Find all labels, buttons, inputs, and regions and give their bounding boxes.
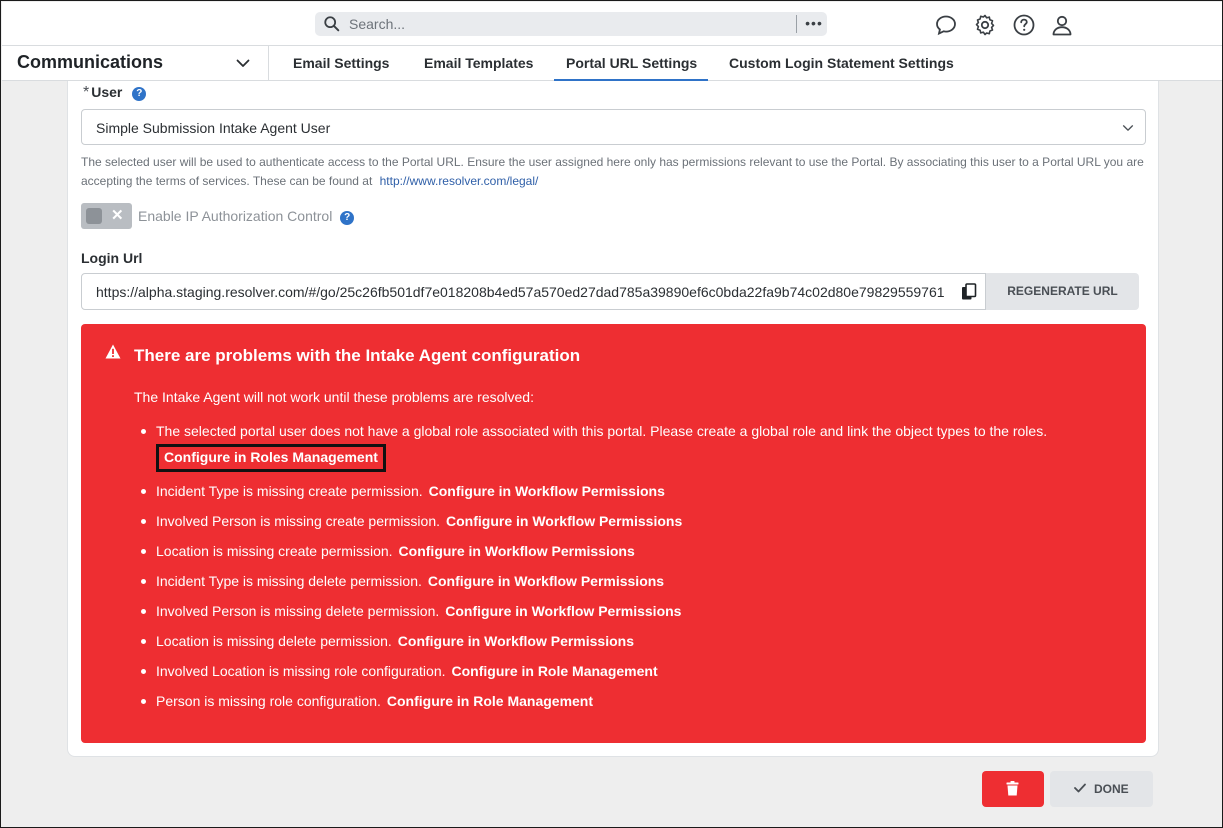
login-url-input[interactable]: https://alpha.staging.resolver.com/#/go/…: [81, 273, 986, 310]
ip-authorization-label: Enable IP Authorization Control ?: [138, 208, 355, 225]
help-icon[interactable]: [1012, 13, 1036, 37]
configure-workflow-permissions-link[interactable]: Configure in Workflow Permissions: [398, 633, 634, 649]
portal-settings-card: * User ? Simple Submission Intake Agent U…: [67, 81, 1159, 757]
error-item: Involved Location is missing role config…: [134, 662, 1134, 680]
app-title[interactable]: Communications: [17, 52, 163, 73]
app-frame: Search... ••• Communications Email Setti…: [0, 0, 1223, 828]
error-item: Incident Type is missing create permissi…: [134, 482, 1134, 500]
error-item-text: The selected portal user does not have a…: [156, 423, 1048, 439]
error-item: Incident Type is missing delete permissi…: [134, 572, 1134, 590]
error-item-text: Person is missing role configuration.: [156, 693, 381, 709]
chevron-down-icon[interactable]: [235, 55, 251, 71]
configure-roles-management-link[interactable]: Configure in Roles Management: [156, 444, 386, 472]
tab-portal-url-settings[interactable]: Portal URL Settings: [553, 55, 709, 82]
user-label-text: User: [91, 84, 123, 100]
error-title: There are problems with the Intake Agent…: [134, 346, 581, 365]
description-text: The selected user will be used to authen…: [81, 155, 1144, 188]
warning-icon: [105, 344, 121, 359]
copy-icon[interactable]: [961, 283, 977, 301]
search-input[interactable]: Search...: [349, 16, 405, 32]
top-bar: Search... •••: [2, 2, 1222, 45]
regenerate-url-button[interactable]: REGENERATE URL: [986, 273, 1139, 310]
configure-workflow-permissions-link[interactable]: Configure in Workflow Permissions: [429, 483, 665, 499]
error-item-text: Involved Location is missing role config…: [156, 663, 446, 679]
error-item-text: Involved Person is missing create permis…: [156, 513, 441, 529]
error-item: The selected portal user does not have a…: [134, 422, 1134, 472]
trash-icon: [1006, 781, 1019, 796]
tab-email-settings[interactable]: Email Settings: [293, 55, 389, 71]
error-item-text: Incident Type is missing create permissi…: [156, 483, 423, 499]
ip-help-icon[interactable]: ?: [340, 211, 355, 225]
user-icon[interactable]: [1050, 13, 1074, 37]
user-help-icon[interactable]: ?: [132, 87, 147, 101]
chat-icon[interactable]: [934, 13, 958, 37]
error-list: The selected portal user does not have a…: [134, 422, 1134, 722]
error-item-text: Location is missing create permission.: [156, 543, 393, 559]
app-nav: Communications Email Settings Email Temp…: [2, 45, 1222, 82]
toggle-knob: [86, 208, 102, 224]
more-options-icon[interactable]: •••: [801, 12, 827, 36]
error-item: Location is missing create permission. Co…: [134, 542, 1134, 560]
configure-role-management-link[interactable]: Configure in Role Management: [387, 693, 593, 709]
required-mark: *: [83, 84, 90, 101]
tab-custom-login-statement-settings[interactable]: Custom Login Statement Settings: [729, 55, 954, 71]
user-description: The selected user will be used to authen…: [81, 153, 1151, 191]
configure-workflow-permissions-link[interactable]: Configure in Workflow Permissions: [428, 573, 664, 589]
user-field-label: * User ?: [83, 84, 147, 102]
nav-separator: [268, 46, 269, 80]
user-select-value: Simple Submission Intake Agent User: [96, 120, 331, 136]
chevron-down-icon: [1122, 125, 1134, 131]
gear-icon[interactable]: [973, 13, 997, 37]
search-divider: [796, 15, 797, 33]
error-item-text: Involved Person is missing delete permis…: [156, 603, 440, 619]
error-intro: The Intake Agent will not work until the…: [134, 389, 534, 405]
user-select[interactable]: Simple Submission Intake Agent User: [81, 109, 1146, 145]
error-item: Person is missing role configuration. Con…: [134, 692, 1134, 710]
error-item: Involved Person is missing delete permis…: [134, 602, 1134, 620]
done-button[interactable]: DONE: [1050, 771, 1153, 807]
error-item: Involved Person is missing create permis…: [134, 512, 1134, 530]
search-bar[interactable]: Search... •••: [315, 12, 827, 36]
done-label: DONE: [1094, 782, 1129, 796]
check-icon: [1074, 783, 1086, 793]
toggle-off-icon: ✕: [111, 207, 124, 224]
tab-email-templates[interactable]: Email Templates: [424, 55, 533, 71]
terms-link[interactable]: http://www.resolver.com/legal/: [380, 174, 539, 188]
configure-role-management-link[interactable]: Configure in Role Management: [452, 663, 658, 679]
ip-authorization-text: Enable IP Authorization Control: [138, 208, 333, 224]
error-item-text: Location is missing delete permission.: [156, 633, 392, 649]
login-url-label: Login Url: [81, 250, 143, 266]
configure-workflow-permissions-link[interactable]: Configure in Workflow Permissions: [445, 603, 681, 619]
ip-authorization-toggle[interactable]: ✕: [81, 203, 132, 229]
intake-agent-error-panel: There are problems with the Intake Agent…: [81, 324, 1146, 743]
error-item-text: Incident Type is missing delete permissi…: [156, 573, 422, 589]
configure-workflow-permissions-link[interactable]: Configure in Workflow Permissions: [399, 543, 635, 559]
delete-button[interactable]: [982, 771, 1044, 807]
configure-workflow-permissions-link[interactable]: Configure in Workflow Permissions: [446, 513, 682, 529]
login-url-value: https://alpha.staging.resolver.com/#/go/…: [96, 284, 945, 300]
search-icon: [324, 16, 340, 32]
error-item: Location is missing delete permission. Co…: [134, 632, 1134, 650]
